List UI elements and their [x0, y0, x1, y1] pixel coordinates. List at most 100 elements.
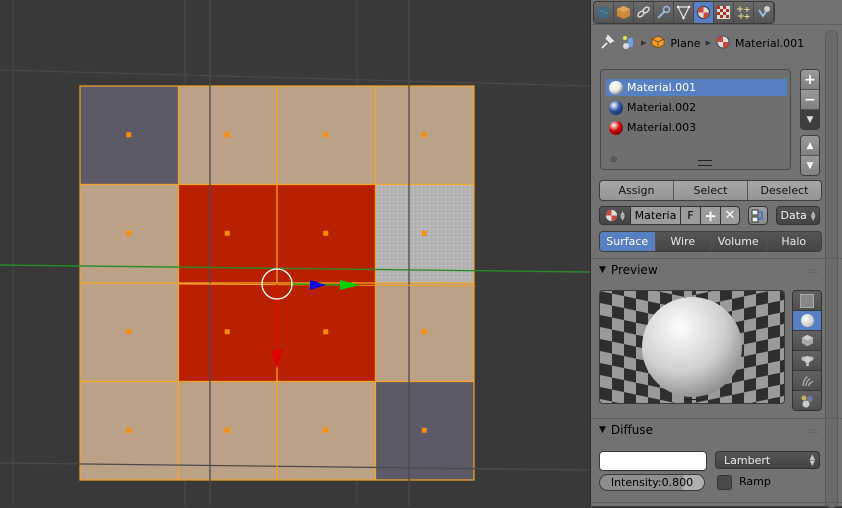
type-tab-halo[interactable]: Halo — [766, 232, 821, 251]
move-slot-down-button[interactable]: ▼ — [801, 156, 819, 175]
deselect-button[interactable]: Deselect — [748, 181, 821, 200]
assign-button[interactable]: Assign — [600, 181, 674, 200]
link-type-value: Data — [780, 209, 807, 222]
updown-icon: ▲ ▼ — [810, 209, 816, 222]
material-slot-item[interactable]: Material.001 — [606, 79, 787, 96]
viewport-canvas[interactable] — [0, 0, 590, 506]
unlink-material-button[interactable]: ✕ — [720, 206, 740, 225]
type-tab-volume[interactable]: Volume — [711, 232, 767, 251]
ramp-checkbox[interactable] — [717, 475, 732, 490]
diffuse-color-field[interactable] — [599, 451, 707, 471]
monkey-icon — [800, 355, 814, 367]
material-sphere-icon — [609, 100, 623, 115]
type-tab-wire[interactable]: Wire — [655, 232, 711, 251]
intensity-slider[interactable]: Intensity:0.800 — [599, 474, 705, 491]
hair-icon — [801, 376, 813, 387]
node-link-button[interactable] — [748, 206, 768, 225]
material-name-field[interactable]: Materia — [631, 206, 680, 225]
3d-viewport[interactable] — [0, 0, 590, 506]
material-sphere-icon — [609, 80, 623, 95]
face-center-dot[interactable] — [126, 329, 132, 335]
material-datablock-row: ▲ ▼ Materia F + ✕ Data ▲ ▼ — [599, 206, 820, 225]
type-tab-surface[interactable]: Surface — [600, 232, 656, 251]
diffuse-panel-header[interactable]: ▼ Diffuse — [599, 421, 653, 439]
preview-type-buttons — [792, 290, 822, 411]
preview-flat-button[interactable] — [793, 291, 821, 311]
preview-render — [600, 291, 784, 403]
new-material-button[interactable]: + — [700, 206, 720, 225]
face-center-dot[interactable] — [421, 329, 427, 335]
modifier-wrench-icon — [657, 5, 671, 19]
tab-modifier-wrench[interactable] — [654, 2, 674, 23]
face-center-dot[interactable] — [224, 230, 230, 236]
dropdown-arrow-icon: ▼ — [806, 114, 814, 125]
face-center-dot[interactable] — [323, 329, 329, 335]
face-center-dot[interactable] — [421, 427, 427, 433]
select-button[interactable]: Select — [674, 181, 748, 200]
panel-drag-handle[interactable]: :::: — [807, 426, 818, 435]
tab-particles[interactable] — [734, 2, 754, 23]
breadcrumb: ▶ Plane ▶ Material.001 — [599, 32, 804, 54]
updown-icon: ▲ ▼ — [809, 453, 815, 467]
world-icon — [597, 6, 610, 19]
tab-world[interactable] — [594, 2, 614, 23]
slot-specials-menu-button[interactable]: ▼ — [801, 110, 819, 129]
nodes-icon — [751, 209, 763, 222]
preview-panel-header[interactable]: ▼ Preview — [599, 261, 658, 279]
panel-drag-handle[interactable]: :::: — [807, 266, 818, 275]
fake-user-button[interactable]: F — [680, 206, 700, 225]
panel-scrollbar[interactable] — [825, 30, 838, 508]
move-slot-up-button[interactable]: ▲ — [801, 136, 819, 156]
physics-icon — [758, 6, 770, 18]
object-icon — [651, 34, 665, 52]
preview-title: Preview — [610, 263, 658, 277]
link-type-select[interactable]: Data ▲ ▼ — [776, 206, 820, 225]
breadcrumb-material: Material.001 — [734, 36, 805, 50]
collapse-triangle-icon: ▼ — [599, 425, 606, 435]
tab-object-cube[interactable] — [614, 2, 634, 23]
face-center-dot[interactable] — [323, 230, 329, 236]
face-center-dot[interactable] — [421, 230, 427, 236]
diffuse-shader-value: Lambert — [724, 453, 771, 467]
material-slot-item[interactable]: Material.003 — [606, 119, 787, 136]
remove-slot-button[interactable]: − — [801, 90, 819, 110]
tab-material[interactable] — [694, 2, 714, 23]
tab-texture-checker[interactable] — [714, 2, 734, 23]
material-slot-list: ⊕ Material.001 Material.002 Material.003 — [600, 69, 791, 170]
divider — [591, 418, 842, 419]
tab-physics[interactable] — [754, 2, 774, 23]
face-center-dot[interactable] — [126, 132, 132, 138]
face-center-dot[interactable] — [323, 427, 329, 433]
tab-constraints-chain[interactable] — [634, 2, 654, 23]
preview-sphere-button[interactable] — [793, 311, 821, 331]
list-resize-handle[interactable] — [698, 160, 712, 166]
face-center-dot[interactable] — [421, 132, 427, 138]
pin-icon[interactable] — [599, 34, 615, 53]
face-center-dot[interactable] — [224, 329, 230, 335]
preview-monkey-button[interactable] — [793, 351, 821, 371]
material-slot-item[interactable]: Material.002 — [606, 99, 787, 116]
breadcrumb-arrow-icon: ▶ — [641, 39, 647, 47]
filter-options-icon[interactable]: ⊕ — [610, 155, 618, 165]
face-center-dot[interactable] — [224, 132, 230, 138]
preview-cube-button[interactable] — [793, 331, 821, 351]
particles-icon — [737, 6, 750, 19]
collapse-triangle-icon: ▼ — [599, 265, 606, 275]
material-slot-name: Material.002 — [627, 101, 697, 114]
add-slot-button[interactable]: + — [801, 70, 819, 90]
face-center-dot[interactable] — [126, 230, 132, 236]
diffuse-shader-select[interactable]: Lambert ▲ ▼ — [715, 451, 820, 469]
face-center-dot[interactable] — [224, 427, 230, 433]
preview-resize-handle[interactable] — [684, 399, 698, 403]
close-icon: ✕ — [724, 208, 736, 223]
tab-mesh-data[interactable] — [674, 2, 694, 23]
preview-hair-button[interactable] — [793, 371, 821, 391]
sphere-icon — [800, 314, 814, 327]
mesh-data-icon — [676, 5, 691, 20]
intensity-label: Intensity:0.800 — [610, 476, 694, 489]
face-center-dot[interactable] — [126, 427, 132, 433]
sphere-monkey-icon — [801, 395, 813, 407]
face-center-dot[interactable] — [323, 132, 329, 138]
browse-material-button[interactable]: ▲ ▼ — [599, 206, 631, 225]
preview-spheres-button[interactable] — [793, 391, 821, 410]
